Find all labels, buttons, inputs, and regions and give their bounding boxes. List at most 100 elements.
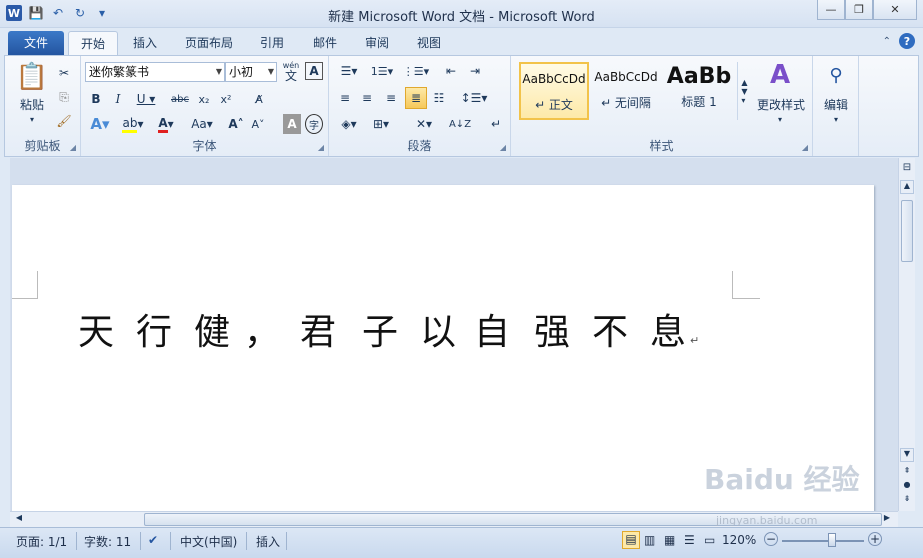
proofing-icon[interactable]: ✔ (148, 533, 158, 547)
help-icon[interactable]: ? (899, 33, 915, 49)
bold-button[interactable]: B (87, 90, 105, 108)
change-styles-dropdown-icon[interactable]: ▾ (773, 114, 787, 124)
title-bar: W 💾 ↶ ↻ ▾ 新建 Microsoft Word 文档 - Microso… (0, 0, 923, 28)
show-marks-button[interactable]: ↵ (487, 114, 505, 134)
character-border-button[interactable]: A (305, 62, 323, 80)
decrease-indent-button[interactable]: ⇤ (441, 62, 461, 80)
minimize-ribbon-icon[interactable]: ⌃ (883, 36, 891, 47)
justify-button[interactable]: ≣ (405, 87, 427, 109)
draft-icon[interactable]: ▭ (704, 533, 715, 547)
shrink-font-button[interactable]: A˅ (249, 114, 267, 134)
style-no-spacing[interactable]: AaBbCcDd ↵ 无间隔 (591, 62, 661, 120)
copy-icon[interactable]: ⎘ (55, 88, 73, 106)
format-painter-icon[interactable]: 🖌 (55, 112, 73, 130)
tab-mailings[interactable]: 邮件 (304, 31, 346, 55)
binoculars-icon[interactable]: ⚲ (821, 60, 851, 90)
zoom-slider-thumb[interactable] (828, 533, 836, 547)
paragraph-launcher-icon[interactable]: ◢ (500, 143, 506, 152)
line-spacing-button[interactable]: ↕☰▾ (459, 88, 489, 108)
close-button[interactable]: ✕ (873, 0, 917, 20)
previous-page-icon[interactable]: ⇞ (900, 466, 914, 480)
style-heading-1[interactable]: AaBb 标题 1 (663, 62, 735, 120)
increase-indent-button[interactable]: ⇥ (465, 62, 485, 80)
grow-font-button[interactable]: A˄ (227, 114, 245, 134)
bullets-button[interactable]: ☰▾ (335, 62, 363, 80)
vertical-scrollbar[interactable]: ⊟ ▲ ▼ ⇞ ● ⇟ (898, 158, 915, 511)
tab-review[interactable]: 审阅 (356, 31, 398, 55)
change-case-button[interactable]: Aa▾ (187, 114, 217, 134)
scroll-down-icon[interactable]: ▼ (900, 448, 914, 462)
font-name-value: 迷你繁篆书 (89, 65, 150, 79)
browse-object-icon[interactable]: ● (900, 480, 914, 494)
word-count[interactable]: 字数: 11 (84, 533, 131, 550)
vertical-scroll-thumb[interactable] (901, 200, 913, 262)
shading-button[interactable]: ◈▾ (335, 114, 363, 134)
italic-button[interactable]: I (109, 90, 127, 108)
scroll-left-icon[interactable]: ◀ (12, 513, 26, 526)
subscript-button[interactable]: x₂ (195, 90, 213, 108)
editing-dropdown-icon[interactable]: ▾ (829, 114, 843, 124)
document-text[interactable]: 天 行 健 ， 君 子 以 自 强 不 息 ↵ (78, 303, 699, 355)
clear-formatting-icon[interactable]: A̸ (249, 90, 269, 108)
tab-home[interactable]: 开始 (68, 31, 118, 55)
page-count[interactable]: 页面: 1/1 (16, 533, 67, 550)
scroll-up-icon[interactable]: ▲ (900, 180, 914, 194)
distributed-button[interactable]: ☷ (429, 88, 449, 108)
font-size-combo[interactable]: 小初 ▼ (225, 62, 277, 82)
scroll-right-icon[interactable]: ▶ (880, 513, 894, 526)
ribbon-tabs: 文件 开始 插入 页面布局 引用 邮件 审阅 视图 ⌃ ? (0, 28, 923, 55)
font-color-button[interactable]: A ▾ (153, 114, 179, 134)
insert-mode-status[interactable]: 插入 (256, 533, 280, 550)
web-layout-icon[interactable]: ▦ (664, 533, 675, 547)
change-styles-button[interactable]: 更改样式 (751, 96, 811, 112)
tab-insert[interactable]: 插入 (124, 31, 166, 55)
character-shading-button[interactable]: A (283, 114, 301, 134)
align-left-button[interactable]: ≡ (335, 88, 355, 108)
font-launcher-icon[interactable]: ◢ (318, 143, 324, 152)
tab-view[interactable]: 视图 (408, 31, 450, 55)
highlight-color-button[interactable]: ab ▾ (119, 114, 147, 134)
tab-page-layout[interactable]: 页面布局 (178, 31, 240, 55)
sort-button[interactable]: A↓Z (449, 114, 471, 134)
paste-button-label[interactable]: 粘贴 (13, 96, 51, 112)
font-color-icon: A (158, 116, 168, 133)
cut-icon[interactable]: ✂ (55, 64, 73, 82)
minimize-button[interactable]: — (817, 0, 845, 20)
paste-icon[interactable]: 📋 (15, 60, 49, 94)
multilevel-list-button[interactable]: ⋮☰▾ (401, 62, 431, 80)
status-divider (286, 532, 287, 550)
language-status[interactable]: 中文(中国) (180, 533, 237, 550)
paste-dropdown-icon[interactable]: ▾ (25, 114, 39, 124)
change-styles-icon[interactable]: A (755, 60, 805, 90)
enclose-characters-button[interactable]: 字 (305, 114, 323, 134)
align-right-button[interactable]: ≡ (381, 88, 401, 108)
tab-file[interactable]: 文件 (8, 31, 64, 55)
phonetic-guide-button[interactable]: wén 文 (281, 60, 301, 82)
strikethrough-button[interactable]: abc (167, 90, 193, 108)
next-page-icon[interactable]: ⇟ (900, 494, 914, 508)
text-effects-button[interactable]: A▾ (87, 114, 113, 134)
font-name-combo[interactable]: 迷你繁篆书 ▼ (85, 62, 225, 82)
zoom-level[interactable]: 120% (722, 533, 756, 547)
clipboard-launcher-icon[interactable]: ◢ (70, 143, 76, 152)
zoom-out-icon[interactable]: − (764, 532, 778, 546)
styles-scroll[interactable]: ▲ ▼ ▾ (737, 62, 751, 120)
numbering-button[interactable]: 1☰▾ (367, 62, 397, 80)
asian-layout-button[interactable]: ✕▾ (409, 114, 439, 134)
tab-references[interactable]: 引用 (252, 31, 292, 55)
ruler-toggle-icon[interactable]: ⊟ (900, 162, 914, 176)
align-center-button[interactable]: ≡ (357, 88, 377, 108)
zoom-in-icon[interactable]: + (868, 532, 882, 546)
font-size-value: 小初 (229, 65, 254, 79)
editing-button[interactable]: 编辑 (817, 96, 855, 112)
style-normal[interactable]: AaBbCcDd ↵ 正文 (519, 62, 589, 120)
restore-button[interactable]: ❐ (845, 0, 873, 20)
borders-button[interactable]: ⊞▾ (367, 114, 395, 134)
full-screen-reading-icon[interactable]: ▥ (644, 533, 655, 547)
superscript-button[interactable]: x² (217, 90, 235, 108)
print-layout-icon[interactable]: ▤ (622, 531, 640, 549)
outline-icon[interactable]: ☰ (684, 533, 695, 547)
styles-launcher-icon[interactable]: ◢ (802, 143, 808, 152)
zoom-slider[interactable] (782, 540, 864, 542)
underline-button[interactable]: U ▾ (133, 90, 159, 108)
